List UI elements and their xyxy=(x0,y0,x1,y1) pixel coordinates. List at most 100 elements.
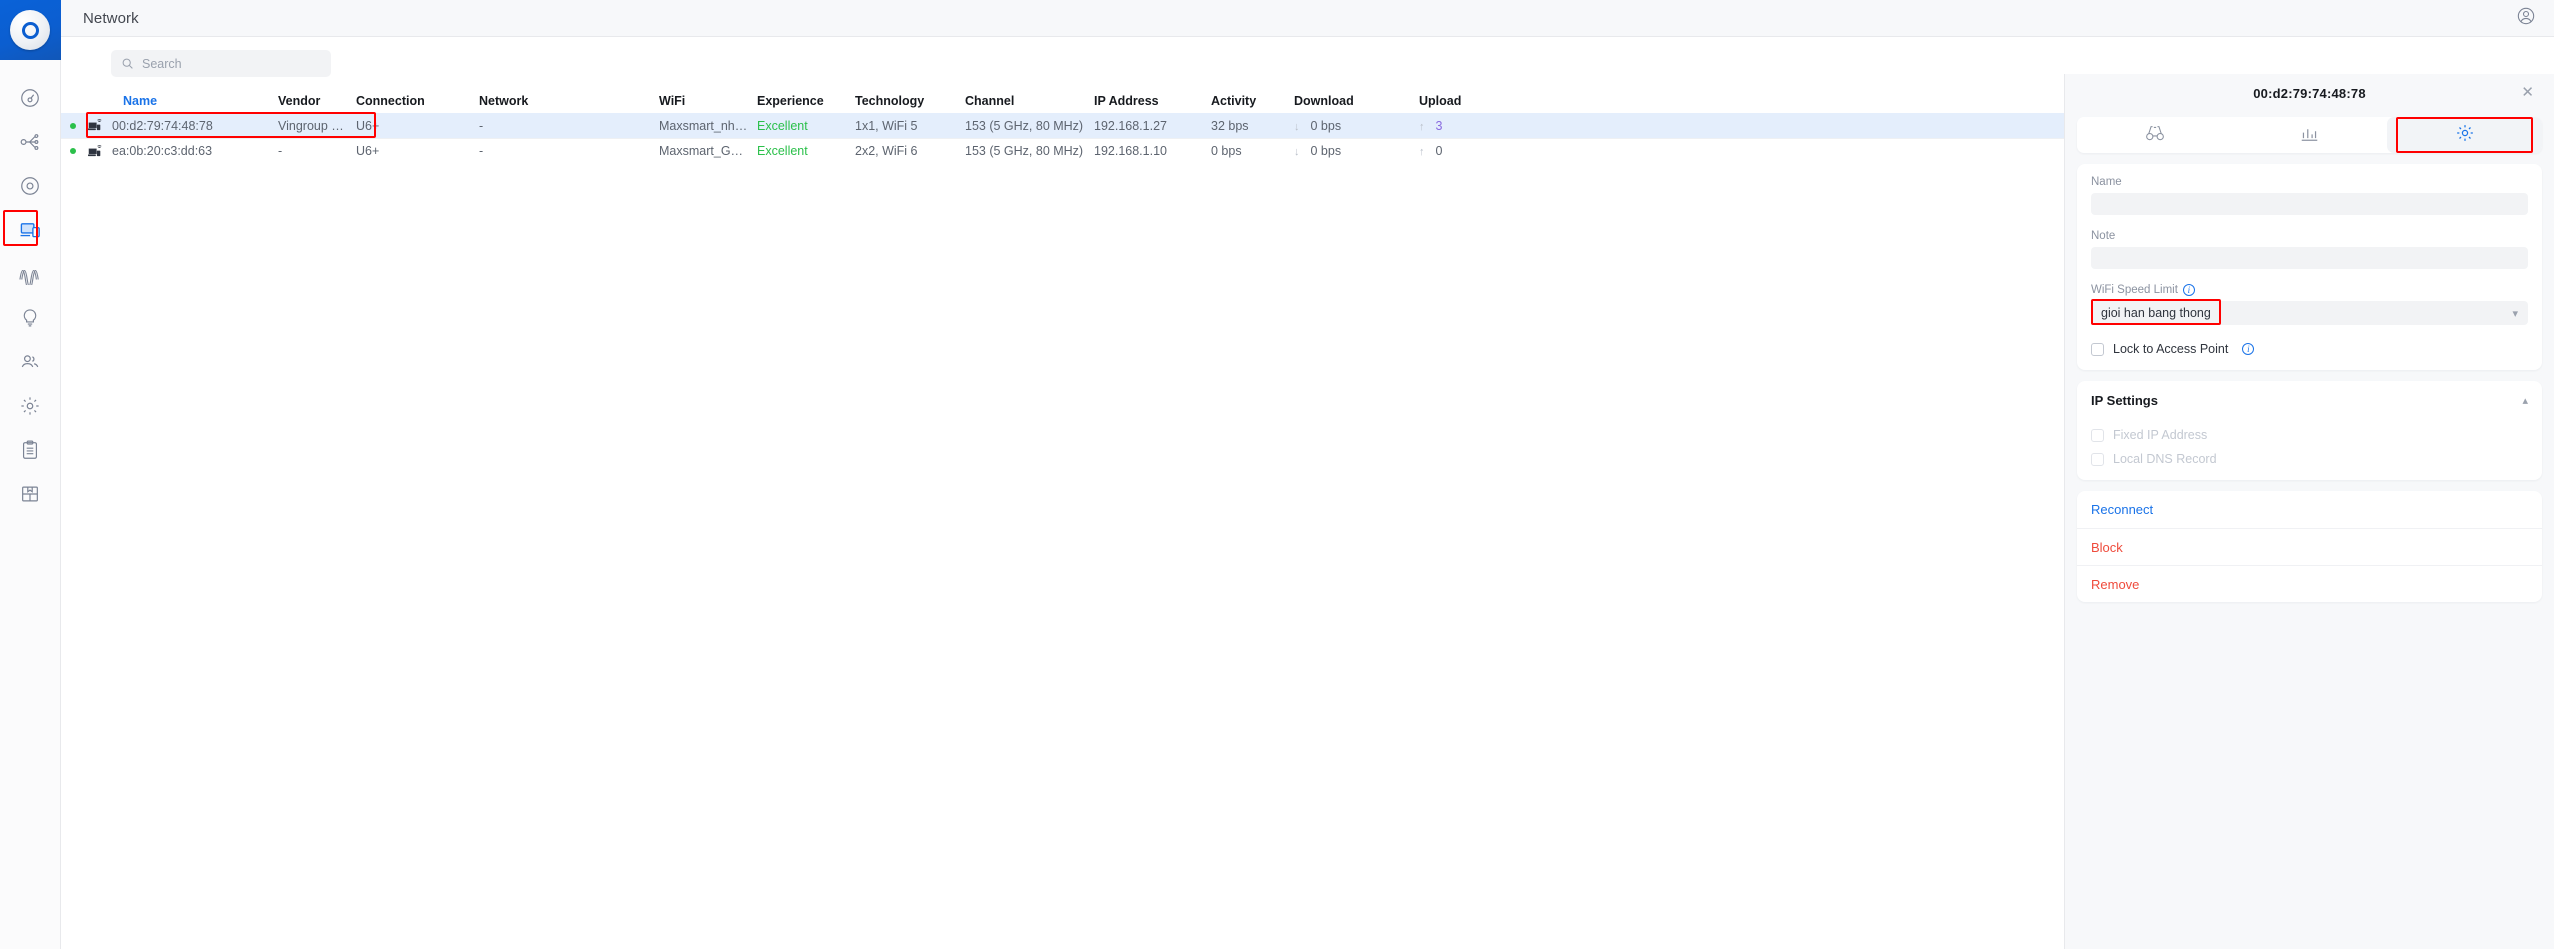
wifi-device-icon xyxy=(88,119,103,132)
sidebar-item-hotspot[interactable] xyxy=(0,298,61,338)
row-experience: Excellent xyxy=(757,144,808,158)
chevron-up-icon[interactable]: ▴ xyxy=(2522,394,2528,407)
sidebar-item-topology[interactable] xyxy=(0,122,61,162)
panel-title: 00:d2:79:74:48:78 xyxy=(2253,86,2366,101)
sidebar-item-network-clients[interactable] xyxy=(0,210,61,250)
user-circle-icon xyxy=(2516,6,2536,31)
page-title: Network xyxy=(83,9,139,27)
th-download[interactable]: Download xyxy=(1294,94,1419,108)
row-download: ↓ 0 bps xyxy=(1294,144,1419,158)
search-box[interactable] xyxy=(111,50,331,77)
row-ip-address: 192.168.1.27 xyxy=(1094,118,1167,133)
speed-limit-select[interactable]: gioi han bang thong ▾ xyxy=(2091,301,2528,325)
fixed-ip-label: Fixed IP Address xyxy=(2113,428,2208,442)
ip-settings-card: IP Settings ▴ Fixed IP Address Local DNS… xyxy=(2077,381,2542,480)
device-settings-card: Name Note WiFi Speed Limit i gioi han ba… xyxy=(2077,164,2542,370)
bar-chart-icon xyxy=(2300,124,2319,147)
row-channel: 153 (5 GHz, 80 MHz) xyxy=(965,118,1084,133)
clipboard-list-icon xyxy=(19,439,41,461)
row-connection: U6+ xyxy=(356,118,380,133)
row-experience: Excellent xyxy=(757,118,808,133)
row-activity: 0 bps xyxy=(1211,144,1242,158)
chevron-down-icon: ▾ xyxy=(2512,307,2518,320)
th-technology[interactable]: Technology xyxy=(855,94,965,108)
sidebar-item-inventory[interactable] xyxy=(0,474,61,514)
package-icon xyxy=(19,483,41,505)
lock-to-ap-checkbox[interactable] xyxy=(2091,342,2104,356)
users-icon xyxy=(19,351,41,373)
ip-settings-header[interactable]: IP Settings ▴ xyxy=(2091,393,2528,408)
name-field-label: Name xyxy=(2091,176,2122,188)
row-download: ↓ 0 bps xyxy=(1294,119,1419,133)
tab-overview[interactable] xyxy=(2077,117,2232,153)
th-upload[interactable]: Upload xyxy=(1419,94,1539,108)
note-field[interactable] xyxy=(2091,247,2528,269)
arrow-up-icon: ↑ xyxy=(1419,120,1425,133)
row-ip-address: 192.168.1.10 xyxy=(1094,144,1167,158)
close-icon[interactable]: ✕ xyxy=(2521,85,2534,100)
app-logo[interactable] xyxy=(0,0,61,60)
th-name[interactable]: Name xyxy=(88,94,278,108)
main-area: Network Search Name Vendor Connection Ne… xyxy=(61,0,2554,949)
fixed-ip-row: Fixed IP Address xyxy=(2091,428,2528,442)
device-actions: Reconnect Block Remove xyxy=(2077,491,2542,602)
row-technology: 2x2, WiFi 6 xyxy=(855,144,918,158)
sidebar-item-devices[interactable] xyxy=(0,166,61,206)
th-activity[interactable]: Activity xyxy=(1211,94,1294,108)
row-connection: U6+ xyxy=(356,144,380,158)
tab-settings[interactable] xyxy=(2387,117,2542,153)
remove-button[interactable]: Remove xyxy=(2077,565,2542,602)
th-ip-address[interactable]: IP Address xyxy=(1094,94,1211,108)
ip-settings-title: IP Settings xyxy=(2091,393,2158,408)
search-row xyxy=(61,37,2554,77)
content-area: Name Vendor Connection Network WiFi Expe… xyxy=(61,37,2554,949)
tab-statistics[interactable] xyxy=(2232,117,2387,153)
sidebar-item-settings[interactable] xyxy=(0,386,61,426)
row-download-value: 0 bps xyxy=(1310,144,1342,158)
waveform-icon xyxy=(18,263,42,285)
top-bar: Network xyxy=(61,0,2554,37)
row-upload: ↑ 0 xyxy=(1419,144,1539,158)
block-button[interactable]: Block xyxy=(2077,528,2542,565)
sidebar-items xyxy=(0,70,61,514)
row-wifi: Maxsmart_Guest xyxy=(659,144,755,158)
th-wifi[interactable]: WiFi xyxy=(659,94,757,108)
info-icon[interactable]: i xyxy=(2182,284,2195,296)
speed-limit-select-wrap: gioi han bang thong ▾ xyxy=(2091,299,2528,325)
sidebar-item-insights[interactable] xyxy=(0,254,61,294)
panel-tabs xyxy=(2077,117,2542,153)
row-name-cell[interactable]: ea:0b:20:c3:dd:63 xyxy=(88,144,278,158)
name-field[interactable] xyxy=(2091,193,2528,215)
th-vendor[interactable]: Vendor xyxy=(278,94,356,108)
fixed-ip-checkbox xyxy=(2091,428,2104,442)
arrow-down-icon: ↓ xyxy=(1294,146,1300,158)
th-network[interactable]: Network xyxy=(479,94,659,108)
speedometer-icon xyxy=(19,87,41,109)
sidebar-item-users[interactable] xyxy=(0,342,61,382)
row-network: - xyxy=(479,144,484,158)
sidebar-item-logs[interactable] xyxy=(0,430,61,470)
th-channel[interactable]: Channel xyxy=(965,94,1094,108)
sidebar-item-dashboard[interactable] xyxy=(0,78,61,118)
row-vendor: Vingroup Join… xyxy=(278,118,356,133)
info-icon[interactable]: i xyxy=(2242,343,2255,355)
row-name-cell[interactable]: 00:d2:79:74:48:78 xyxy=(88,119,278,133)
ring-logo-icon xyxy=(10,10,50,50)
reconnect-button[interactable]: Reconnect xyxy=(2077,491,2542,528)
th-experience[interactable]: Experience xyxy=(757,94,855,108)
row-vendor: - xyxy=(278,144,283,158)
lock-to-ap-row[interactable]: Lock to Access Point i xyxy=(2091,342,2528,356)
arrow-up-icon: ↑ xyxy=(1419,146,1425,158)
row-name-text: 00:d2:79:74:48:78 xyxy=(112,118,213,133)
topology-icon xyxy=(19,131,41,153)
row-upload-value: 0 xyxy=(1435,144,1443,158)
speed-limit-label-row: WiFi Speed Limit i xyxy=(2091,284,2528,296)
th-connection[interactable]: Connection xyxy=(356,94,479,108)
binoculars-icon xyxy=(2145,124,2165,147)
row-status-dot xyxy=(61,122,88,129)
local-dns-label: Local DNS Record xyxy=(2113,452,2217,466)
search-input[interactable] xyxy=(142,56,321,71)
account-button[interactable] xyxy=(2516,6,2536,31)
row-activity: 32 bps xyxy=(1211,118,1249,133)
search-icon xyxy=(121,57,134,70)
